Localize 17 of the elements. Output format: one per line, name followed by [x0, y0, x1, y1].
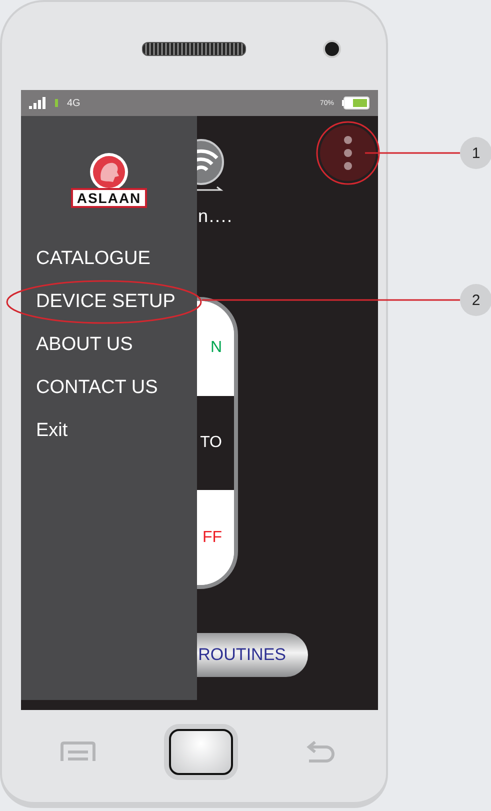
camera-lens: [323, 40, 341, 58]
connection-status-text: n....: [198, 206, 234, 227]
mode-label: TO: [200, 434, 222, 452]
drawer-menu-item[interactable]: CATALOGUE: [36, 246, 176, 272]
brand-logo-text: ASLAAN: [70, 188, 148, 208]
back-key-icon: [306, 739, 336, 765]
callout-number: 2: [460, 284, 491, 316]
battery-icon: [342, 96, 370, 110]
more-menu-button[interactable]: [320, 125, 376, 181]
callout-number: 1: [460, 137, 491, 169]
signal-icon: [29, 97, 47, 109]
mode-label: FF: [202, 528, 222, 547]
mode-label: N: [210, 339, 222, 358]
menu-key-icon: [60, 741, 96, 763]
network-label: 4G: [67, 98, 80, 108]
data-icon: [55, 99, 59, 107]
annotation-ring: [315, 120, 381, 186]
